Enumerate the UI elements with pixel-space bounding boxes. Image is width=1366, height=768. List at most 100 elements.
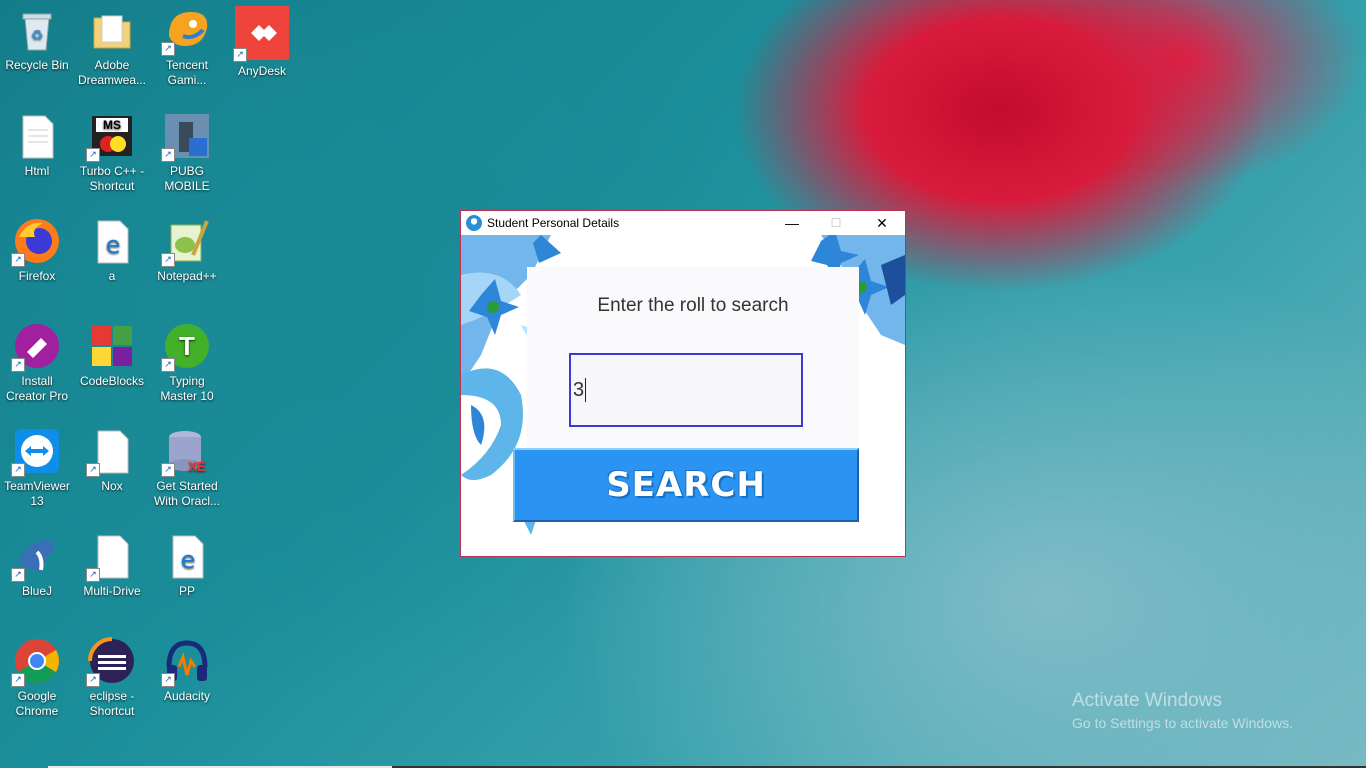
desktop-icon-turbo-cpp[interactable]: MS ↗ Turbo C++ - Shortcut: [75, 106, 149, 206]
document-icon: [13, 112, 61, 160]
shortcut-arrow-icon: ↗: [161, 148, 175, 162]
student-details-window: Student Personal Details — ☐ ✕ Enter the…: [460, 210, 906, 557]
edge-document-icon: e: [88, 217, 136, 265]
watermark-subtitle: Go to Settings to activate Windows.: [1072, 715, 1293, 731]
shortcut-arrow-icon: ↗: [161, 358, 175, 372]
codeblocks-icon: [88, 322, 136, 370]
desktop-icon-typing-master[interactable]: T ↗ Typing Master 10: [150, 316, 224, 416]
desktop-icon-label: BlueJ: [21, 584, 53, 598]
desktop-icon-label: PP: [178, 584, 195, 598]
svg-text:e: e: [181, 546, 196, 574]
shortcut-arrow-icon: ↗: [11, 463, 25, 477]
desktop-icon-notepad-plus-plus[interactable]: ↗ Notepad++: [150, 211, 224, 311]
desktop-icon-bluej[interactable]: ↗ BlueJ: [0, 526, 74, 626]
shortcut-arrow-icon: ↗: [86, 568, 100, 582]
shortcut-arrow-icon: ↗: [161, 42, 175, 56]
shortcut-arrow-icon: ↗: [11, 568, 25, 582]
desktop-icon-nox[interactable]: ↗ Nox: [75, 421, 149, 521]
eclipse-icon: ↗: [86, 637, 136, 687]
desktop-icon-anydesk[interactable]: ↗ AnyDesk: [225, 0, 299, 100]
anydesk-icon: ↗: [233, 6, 289, 62]
desktop-icon-recycle-bin[interactable]: ♻ Recycle Bin: [0, 0, 74, 100]
desktop-icon-label: Recycle Bin: [5, 58, 69, 72]
roll-number-value: 3: [573, 378, 585, 401]
desktop-icon-pubg-mobile[interactable]: ↗ PUBG MOBILE: [150, 106, 224, 206]
desktop-icon-label: Turbo C++ - Shortcut: [79, 164, 145, 193]
minimize-button[interactable]: —: [769, 211, 815, 235]
title-bar[interactable]: Student Personal Details — ☐ ✕: [461, 211, 905, 235]
desktop-icon-label: PUBG MOBILE: [164, 164, 210, 193]
desktop-icon-label: Tencent Gami...: [165, 58, 209, 87]
shortcut-arrow-icon: ↗: [11, 253, 25, 267]
blank-document-icon: ↗: [86, 427, 136, 477]
desktop-icon-install-creator-pro[interactable]: ↗ Install Creator Pro: [0, 316, 74, 416]
recycle-bin-icon: ♻: [13, 6, 61, 54]
desktop-icon-eclipse[interactable]: ↗ eclipse - Shortcut: [75, 631, 149, 731]
desktop-icon-label: Nox: [101, 479, 123, 493]
desktop-icon-teamviewer[interactable]: ↗ TeamViewer 13: [0, 421, 74, 521]
close-button[interactable]: ✕: [859, 211, 905, 235]
pubg-mobile-icon: ↗: [161, 112, 211, 162]
desktop-icon-label: Typing Master 10: [160, 374, 214, 403]
desktop-icon-label: Multi-Drive: [83, 584, 141, 598]
desktop-icon-label: eclipse - Shortcut: [89, 689, 135, 718]
desktop-icon-label: Install Creator Pro: [5, 374, 69, 403]
svg-text:T: T: [179, 331, 195, 361]
desktop-icon-label: AnyDesk: [237, 64, 287, 78]
app-icon: [466, 215, 482, 231]
desktop-icon-label: Google Chrome: [15, 689, 59, 718]
desktop-icon-codeblocks[interactable]: CodeBlocks: [75, 316, 149, 416]
notepad-plus-plus-icon: ↗: [161, 217, 211, 267]
desktop-icon-label: TeamViewer 13: [4, 479, 70, 508]
watermark-title: Activate Windows: [1072, 690, 1222, 711]
maximize-button[interactable]: ☐: [813, 211, 859, 235]
shortcut-arrow-icon: ↗: [86, 148, 100, 162]
desktop-icon-oracle[interactable]: XE ↗ Get Started With Oracl...: [150, 421, 224, 521]
tencent-gaming-icon: ↗: [161, 6, 211, 56]
shortcut-arrow-icon: ↗: [161, 673, 175, 687]
desktop-icon-html[interactable]: Html: [0, 106, 74, 206]
desktop-icon-adobe-dreamweaver[interactable]: Adobe Dreamwea...: [75, 0, 149, 100]
svg-text:e: e: [106, 231, 121, 259]
bluej-icon: ↗: [11, 532, 61, 582]
turbo-cpp-icon: MS ↗: [86, 112, 136, 162]
shortcut-arrow-icon: ↗: [11, 673, 25, 687]
desktop-icon-label: Html: [24, 164, 50, 178]
shortcut-arrow-icon: ↗: [86, 463, 100, 477]
desktop-icon-label: Get Started With Oracl...: [153, 479, 220, 508]
desktop-icon-label: Notepad++: [157, 269, 217, 283]
desktop-icon-label: Firefox: [18, 269, 56, 283]
firefox-icon: ↗: [11, 217, 61, 267]
desktop-icon-tencent-gaming[interactable]: ↗ Tencent Gami...: [150, 0, 224, 100]
desktop-icon-google-chrome[interactable]: ↗ Google Chrome: [0, 631, 74, 731]
desktop-icon-label: CodeBlocks: [79, 374, 145, 388]
install-creator-icon: ↗: [11, 322, 61, 372]
desktop-icon-multi-drive[interactable]: ↗ Multi-Drive: [75, 526, 149, 626]
window-content: Enter the roll to search 3 SEARCH: [461, 235, 905, 556]
text-cursor: [585, 378, 587, 402]
shortcut-arrow-icon: ↗: [11, 358, 25, 372]
typing-master-icon: T ↗: [161, 322, 211, 372]
edge-document-icon: e: [163, 532, 211, 580]
svg-text:MS: MS: [103, 118, 121, 132]
folder-icon: [88, 6, 136, 54]
desktop-icon-label: Adobe Dreamwea...: [77, 58, 147, 87]
database-icon: XE ↗: [161, 427, 211, 477]
desktop-icon-audacity[interactable]: ↗ Audacity: [150, 631, 224, 731]
desktop-icon-a[interactable]: e a: [75, 211, 149, 311]
teamviewer-icon: ↗: [11, 427, 61, 477]
audacity-icon: ↗: [161, 637, 211, 687]
shortcut-arrow-icon: ↗: [233, 48, 247, 62]
shortcut-arrow-icon: ↗: [86, 673, 100, 687]
window-title: Student Personal Details: [487, 216, 620, 230]
chrome-icon: ↗: [11, 637, 61, 687]
search-button[interactable]: SEARCH: [513, 448, 859, 522]
roll-number-input[interactable]: 3: [569, 353, 803, 427]
desktop-icon-pp[interactable]: e PP: [150, 526, 224, 626]
desktop-icon-label: Audacity: [163, 689, 211, 703]
shortcut-arrow-icon: ↗: [161, 463, 175, 477]
desktop-icon-firefox[interactable]: ↗ Firefox: [0, 211, 74, 311]
svg-text:♻: ♻: [31, 27, 44, 43]
desktop-icon-label: a: [108, 269, 116, 283]
activate-windows-watermark: Activate Windows Go to Settings to activ…: [1072, 690, 1293, 731]
